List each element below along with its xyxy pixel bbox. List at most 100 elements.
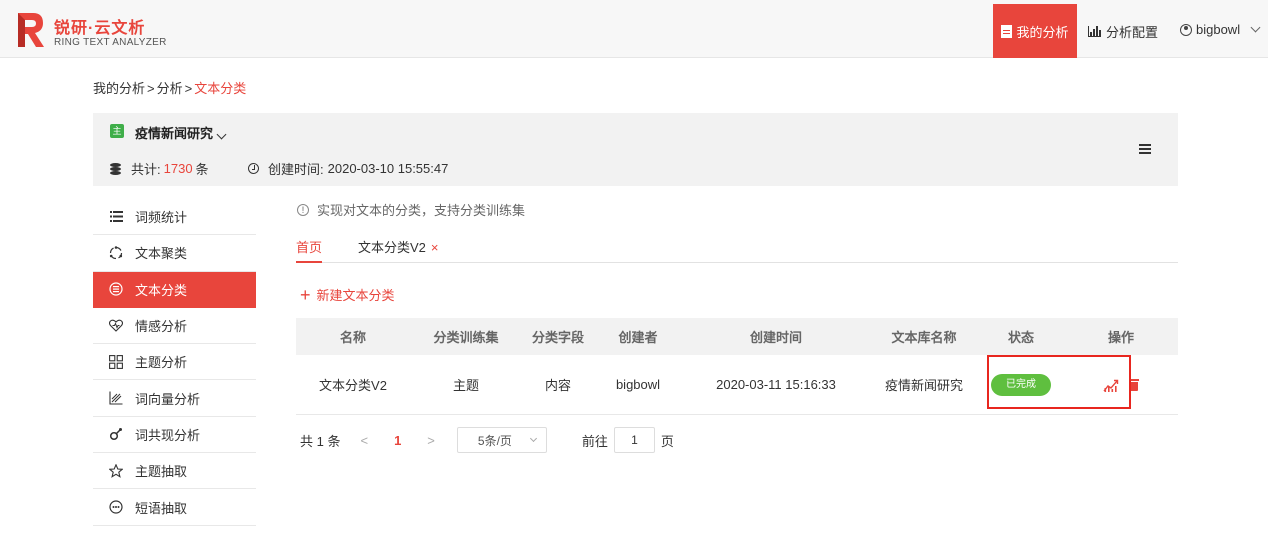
- column-header: 名称: [339, 330, 366, 345]
- sidebar-item-word-vector[interactable]: 词向量分析: [93, 380, 256, 417]
- tab-bar: 首页 文本分类V2 ×: [296, 237, 1178, 263]
- prev-page-button[interactable]: <: [360, 433, 368, 448]
- cell-training-set: 主题: [452, 378, 479, 393]
- logo-icon: [18, 13, 44, 47]
- top-navbar: 锐研·云文析 RING TEXT ANALYZER 我的分析 分析配置 bigb…: [0, 0, 1268, 58]
- cell-field: 内容: [544, 378, 571, 393]
- new-classification-button[interactable]: + 新建文本分类: [300, 285, 395, 304]
- cell-name: 文本分类V2: [319, 378, 387, 393]
- cell-created-time: 2020-03-11 15:16:33: [716, 377, 836, 392]
- project-created-time: 创建时间: 2020-03-10 15:55:47: [248, 159, 448, 178]
- nav-my-analysis-label: 我的分析: [1016, 24, 1069, 40]
- goto-label: 前往: [581, 433, 608, 449]
- tab-text-classification-v2[interactable]: 文本分类V2 ×: [358, 237, 439, 263]
- sidebar-item-label: 文本分类: [135, 282, 188, 298]
- trash-icon[interactable]: [1129, 378, 1139, 391]
- user-icon: [1180, 23, 1192, 36]
- tip-text: 实现对文本的分类，支持分类训练集: [317, 203, 526, 218]
- breadcrumb-item-current: 文本分类: [194, 81, 247, 96]
- database-icon: [110, 162, 121, 175]
- sidebar-item-label: 词向量分析: [135, 391, 201, 407]
- tab-label: 文本分类V2: [358, 240, 426, 255]
- count-label: 共计:: [131, 162, 161, 177]
- breadcrumb-separator: >: [147, 81, 155, 96]
- breadcrumb-separator: >: [184, 81, 193, 96]
- table-header: 名称 分类训练集 分类字段 创建者 创建时间 文本库名称 状态 操作: [296, 318, 1178, 355]
- project-name: 疫情新闻研究: [135, 126, 214, 141]
- star-icon: [109, 463, 123, 478]
- sidebar-item-phrase-extraction[interactable]: 短语抽取: [93, 489, 256, 526]
- count-unit: 条: [195, 162, 209, 177]
- column-header: 状态: [1007, 330, 1034, 345]
- sidebar-item-label: 短语抽取: [135, 500, 188, 516]
- project-selector[interactable]: 疫情新闻研究: [135, 123, 227, 142]
- sidebar-item-sentiment-analysis[interactable]: 情感分析: [93, 308, 256, 345]
- table-row: 文本分类V2 主题 内容 bigbowl 2020-03-11 15:16:33…: [296, 355, 1178, 415]
- sidebar-item-word-frequency[interactable]: 词频统计: [93, 199, 256, 236]
- tab-home[interactable]: 首页: [296, 237, 322, 263]
- sidebar-item-label: 情感分析: [135, 319, 188, 335]
- sidebar: 词频统计 文本聚类 文本分类 情感分析 主题分析 词向量分析 词共现分析 主题抽…: [93, 199, 256, 526]
- nav-config-label: 分析配置: [1106, 25, 1159, 40]
- chevron-down-icon: [1250, 22, 1261, 33]
- goto-page-input[interactable]: [613, 427, 655, 453]
- pager-total: 共 1 条: [300, 433, 341, 449]
- count-value: 1730: [163, 161, 193, 176]
- clock-icon: [248, 163, 259, 174]
- project-count: 共计: 1730 条: [110, 159, 209, 178]
- cell-actions: [1064, 378, 1178, 392]
- plus-icon: +: [300, 284, 311, 305]
- list-icon: [109, 210, 123, 224]
- sidebar-item-topic-analysis[interactable]: 主题分析: [93, 344, 256, 381]
- page-size-select[interactable]: 5条/页: [456, 427, 547, 453]
- project-badge: 主: [110, 124, 124, 138]
- status-badge: 已完成: [991, 373, 1051, 396]
- cluster-icon: [109, 246, 123, 260]
- chat-icon: [109, 500, 123, 514]
- close-icon[interactable]: ×: [431, 240, 439, 255]
- pagination: 共 1 条 < 1 > 5条/页 前往 页: [300, 427, 674, 453]
- link-icon: [109, 427, 123, 441]
- page-number-current[interactable]: 1: [394, 433, 401, 448]
- chevron-down-icon: [216, 129, 227, 140]
- chevron-down-icon: [529, 434, 537, 443]
- column-header: 操作: [1107, 330, 1134, 345]
- page-unit: 页: [660, 433, 674, 449]
- brand-subtitle: RING TEXT ANALYZER: [54, 37, 167, 48]
- nav-analysis-config[interactable]: 分析配置: [1088, 22, 1158, 41]
- sidebar-item-topic-extraction[interactable]: 主题抽取: [93, 453, 256, 490]
- project-panel: 主 疫情新闻研究 共计: 1730 条 创建时间: 2020-03-10 15:…: [93, 113, 1178, 186]
- cell-creator: bigbowl: [615, 377, 661, 392]
- breadcrumb: 我的分析 > 分析 > 文本分类: [93, 78, 246, 97]
- created-label: 创建时间:: [268, 162, 324, 177]
- sidebar-item-label: 主题抽取: [135, 464, 188, 480]
- next-page-button[interactable]: >: [427, 433, 435, 448]
- classification-table: 名称 分类训练集 分类字段 创建者 创建时间 文本库名称 状态 操作 文本分类V…: [296, 318, 1178, 415]
- sidebar-item-text-clustering[interactable]: 文本聚类: [93, 235, 256, 272]
- created-value: 2020-03-10 15:55:47: [327, 161, 449, 176]
- classify-icon: [109, 282, 123, 296]
- sidebar-item-co-occurrence[interactable]: 词共现分析: [93, 417, 256, 454]
- breadcrumb-item-analysis[interactable]: 分析: [157, 81, 183, 96]
- new-button-label: 新建文本分类: [316, 288, 395, 303]
- page-size-value: 5条/页: [477, 433, 512, 448]
- column-header: 创建时间: [749, 330, 802, 345]
- user-name: bigbowl: [1196, 22, 1241, 37]
- sidebar-item-label: 文本聚类: [135, 246, 188, 262]
- sidebar-item-text-classification[interactable]: 文本分类: [93, 271, 256, 308]
- list-view-icon[interactable]: [1139, 144, 1151, 154]
- sidebar-item-label: 词共现分析: [135, 427, 201, 443]
- user-menu[interactable]: bigbowl: [1180, 22, 1261, 37]
- brand-title: 锐研·云文析: [54, 20, 146, 37]
- document-icon: [1001, 24, 1013, 38]
- column-header: 文本库名称: [891, 330, 957, 345]
- cell-status: 已完成: [978, 373, 1064, 396]
- feature-tip: ! 实现对文本的分类，支持分类训练集: [297, 200, 525, 219]
- nav-my-analysis[interactable]: 我的分析: [993, 4, 1077, 58]
- trend-chart-icon[interactable]: [1103, 378, 1119, 392]
- sidebar-item-label: 词频统计: [135, 210, 188, 226]
- bar-chart-icon: [1088, 26, 1101, 37]
- grid-icon: [109, 354, 123, 369]
- column-header: 分类字段: [531, 330, 584, 345]
- breadcrumb-item-my-analysis[interactable]: 我的分析: [93, 81, 145, 96]
